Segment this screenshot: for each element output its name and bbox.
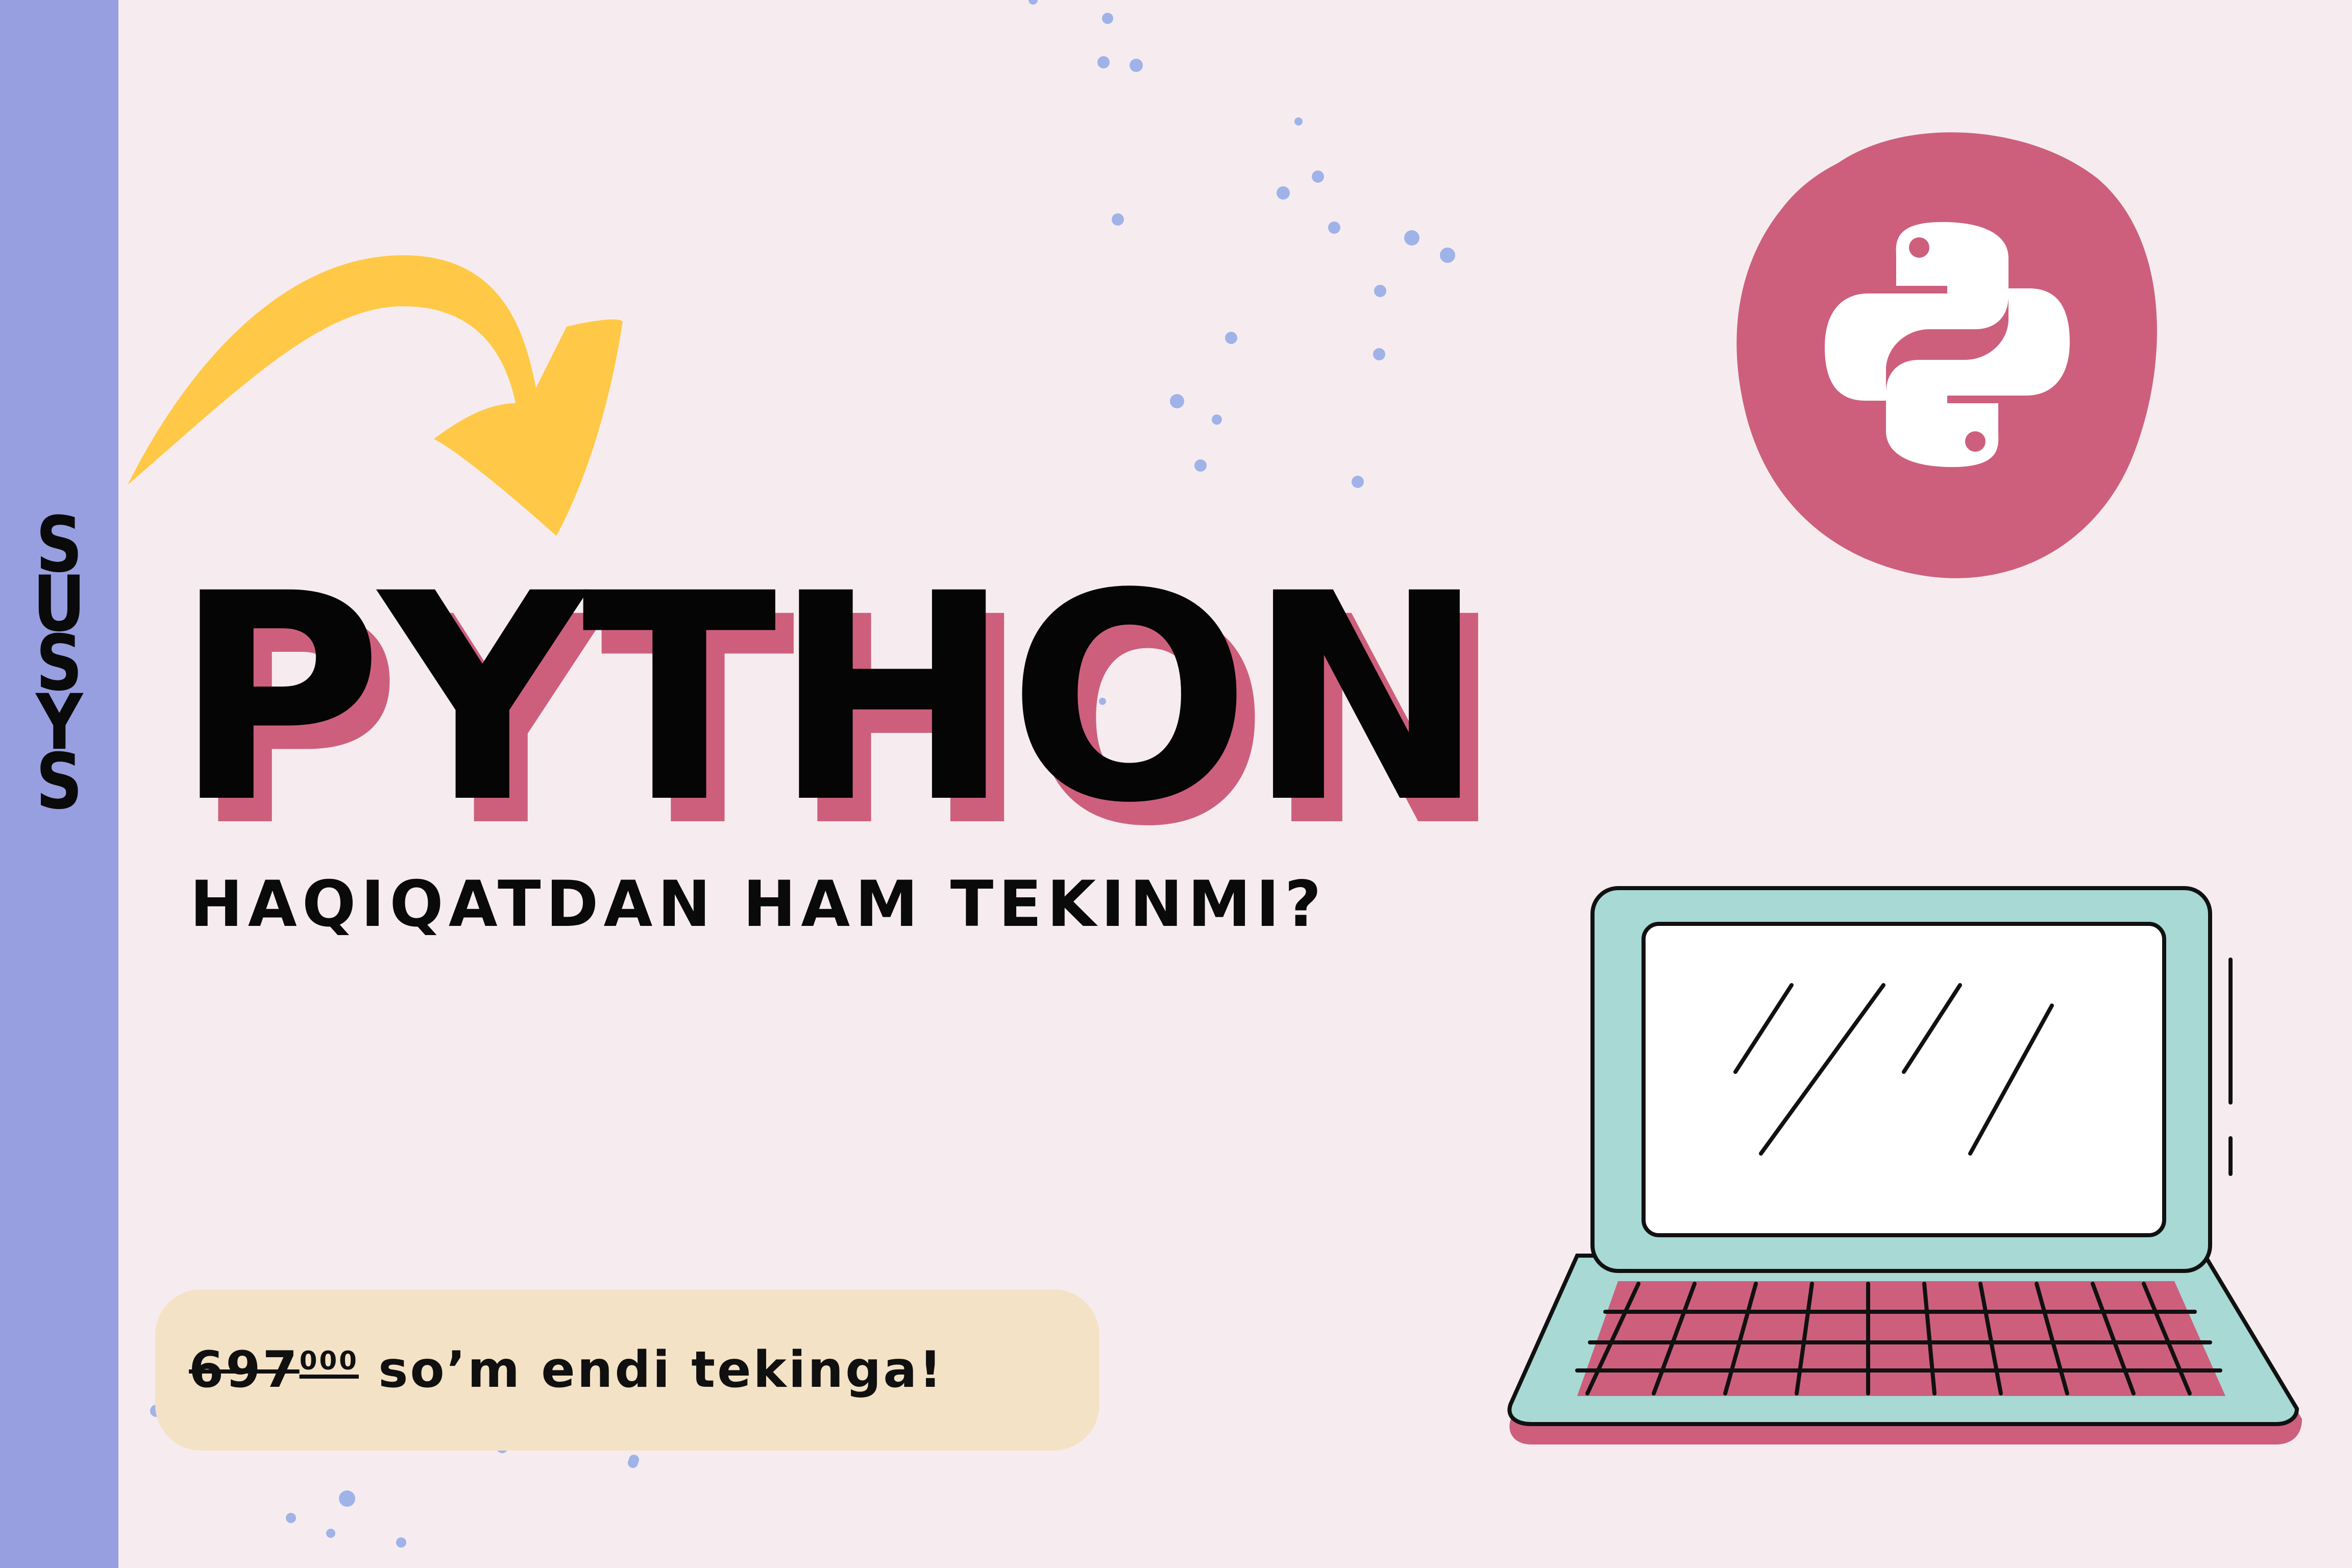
promo-message: so’m endi tekinga! [358, 1341, 944, 1399]
page-subtitle: HAQIQATDAN HAM TEKINMI? [190, 868, 1327, 941]
page-title: PYTHON [174, 533, 1486, 866]
headline: PYTHON PYTHON [174, 541, 1504, 881]
python-logo-icon [1736, 132, 2157, 578]
laptop-icon [1507, 886, 2302, 1444]
old-price-value: 697 [189, 1341, 300, 1399]
arrow-icon [128, 255, 623, 536]
promo-text: 697000 so’m endi tekinga! [189, 1341, 944, 1399]
old-price: 697000 [189, 1341, 359, 1399]
promo-banner: 697000 so’m endi tekinga! [155, 1289, 1099, 1451]
old-price-suffix: 000 [299, 1346, 359, 1376]
